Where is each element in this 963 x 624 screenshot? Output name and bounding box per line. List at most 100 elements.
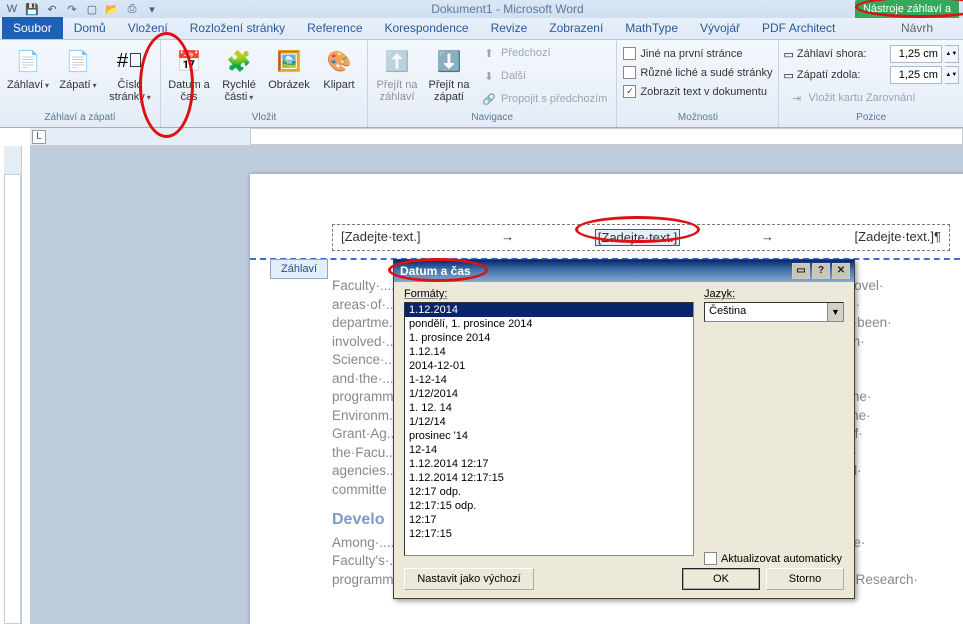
dialog-title: Datum a čas [398, 264, 790, 278]
redo-icon[interactable]: ↷ [64, 1, 80, 17]
format-item[interactable]: 2014-12-01 [405, 359, 693, 373]
align-tab-icon: ⇥ [788, 90, 804, 106]
format-item[interactable]: 1. 12. 14 [405, 401, 693, 415]
formats-listbox[interactable]: 1.12.2014pondělí, 1. prosince 20141. pro… [404, 302, 694, 556]
print-icon[interactable]: ⎙ [124, 1, 140, 17]
spinner-arrows-icon[interactable]: ▲▼ [945, 45, 959, 63]
language-label: Jazyk: [704, 288, 844, 300]
tab-home[interactable]: Domů [63, 17, 117, 39]
header-button[interactable]: 📄Záhlaví [4, 42, 52, 95]
insert-alignment-tab-button[interactable]: ⇥Vložit kartu Zarovnání [783, 87, 958, 109]
format-item[interactable]: 1.12.2014 12:17:15 [405, 471, 693, 485]
clipart-button[interactable]: 🎨Klipart [315, 42, 363, 94]
goto-header-icon: ⬆️ [381, 45, 413, 77]
group-label: Možnosti [621, 112, 774, 127]
picture-icon: 🖼️ [273, 45, 305, 77]
tab-mailings[interactable]: Korespondence [374, 17, 480, 39]
context-tool-tab[interactable]: Nástroje záhlaví a [855, 0, 959, 18]
ok-button[interactable]: OK [682, 568, 760, 590]
goto-footer-button[interactable]: ⬇️Přejít na zápatí [424, 42, 474, 106]
tab-pdf-architect[interactable]: PDF Architect [751, 17, 846, 39]
different-first-page-checkbox[interactable]: Jiné na první stránce [621, 46, 774, 61]
group-insert: 📅Datum a čas 🧩Rychlé části 🖼️Obrázek 🎨Kl… [161, 40, 368, 127]
page-number-icon: #⃣ [114, 45, 146, 77]
open-icon[interactable]: 📂 [104, 1, 120, 17]
calendar-clock-icon: 📅 [173, 45, 205, 77]
tab-view[interactable]: Zobrazení [538, 17, 614, 39]
horizontal-ruler[interactable]: L [30, 128, 963, 146]
checkbox-icon [704, 552, 717, 565]
dialog-close-button[interactable]: ✕ [832, 263, 850, 279]
tab-insert[interactable]: Vložení [117, 17, 179, 39]
new-icon[interactable]: ▢ [84, 1, 100, 17]
format-item[interactable]: 1/12/14 [405, 415, 693, 429]
format-item[interactable]: 1-12-14 [405, 373, 693, 387]
quick-parts-button[interactable]: 🧩Rychlé části [215, 42, 263, 107]
tab-arrow-icon: → [761, 229, 774, 246]
vertical-ruler[interactable] [4, 146, 22, 624]
date-time-button[interactable]: 📅Datum a čas [165, 42, 213, 106]
format-item[interactable]: 12:17:15 odp. [405, 499, 693, 513]
header-center-placeholder[interactable]: [Zadejte·text.] [595, 229, 680, 246]
tab-arrow-icon: → [501, 229, 514, 246]
tab-file[interactable]: Soubor [2, 17, 63, 39]
format-item[interactable]: 12:17 odp. [405, 485, 693, 499]
header-right-placeholder[interactable]: [Zadejte·text.]¶ [855, 229, 941, 246]
quick-access-toolbar: W 💾 ↶ ↷ ▢ 📂 ⎙ ▾ [4, 1, 160, 17]
title-bar: W 💾 ↶ ↷ ▢ 📂 ⎙ ▾ Dokument1 - Microsoft Wo… [0, 0, 963, 18]
dialog-titlebar[interactable]: Datum a čas ▭ ? ✕ [394, 260, 854, 282]
footer-from-bottom-spinner[interactable]: ▭Zápatí zdola:1,25 cm▲▼ [783, 66, 958, 84]
picture-button[interactable]: 🖼️Obrázek [265, 42, 313, 94]
format-item[interactable]: prosinec '14 [405, 429, 693, 443]
format-item[interactable]: 12:17 [405, 513, 693, 527]
next-button[interactable]: ⬇Další [476, 65, 612, 87]
page-number-button[interactable]: #⃣Číslo stránky [104, 42, 156, 107]
dialog-help-button[interactable]: ? [812, 263, 830, 279]
tab-mathtype[interactable]: MathType [614, 17, 689, 39]
save-icon[interactable]: 💾 [24, 1, 40, 17]
format-item[interactable]: pondělí, 1. prosince 2014 [405, 317, 693, 331]
format-item[interactable]: 1/12/2014 [405, 387, 693, 401]
language-combo[interactable]: Čeština ▼ [704, 302, 844, 322]
footer-button[interactable]: 📄Zápatí [54, 42, 102, 95]
header-zone[interactable]: [Zadejte·text.] → [Zadejte·text.] → [Zad… [332, 224, 950, 251]
format-item[interactable]: 12-14 [405, 443, 693, 457]
format-item[interactable]: 1.12.2014 [405, 303, 693, 317]
tab-developer[interactable]: Vývojář [689, 17, 751, 39]
link-icon: 🔗 [481, 91, 497, 107]
group-label: Navigace [372, 112, 612, 127]
format-item[interactable]: 1.12.14 [405, 345, 693, 359]
set-default-button[interactable]: Nastavit jako výchozí [404, 568, 534, 590]
qat-more-icon[interactable]: ▾ [144, 1, 160, 17]
previous-button[interactable]: ⬆Předchozí [476, 42, 612, 64]
auto-update-checkbox[interactable]: Aktualizovat automaticky [704, 552, 844, 565]
window-title: Dokument1 - Microsoft Word [160, 2, 855, 16]
previous-icon: ⬆ [481, 45, 497, 61]
checkbox-icon [623, 66, 636, 79]
dialog-icon-button[interactable]: ▭ [792, 263, 810, 279]
tab-review[interactable]: Revize [480, 17, 539, 39]
next-icon: ⬇ [481, 68, 497, 84]
link-previous-button[interactable]: 🔗Propojit s předchozím [476, 88, 612, 110]
header-icon: 📄 [12, 45, 44, 77]
goto-header-button[interactable]: ⬆️Přejít na záhlaví [372, 42, 422, 106]
format-item[interactable]: 1.12.2014 12:17 [405, 457, 693, 471]
chevron-down-icon[interactable]: ▼ [827, 303, 843, 321]
header-top-icon: ▭ [783, 48, 793, 61]
tab-page-layout[interactable]: Rozložení stránky [179, 17, 296, 39]
cancel-button[interactable]: Storno [766, 568, 844, 590]
tab-design-context[interactable]: Návrh [890, 17, 963, 39]
header-from-top-spinner[interactable]: ▭Záhlaví shora:1,25 cm▲▼ [783, 45, 958, 63]
tab-references[interactable]: Reference [296, 17, 373, 39]
format-item[interactable]: 1. prosince 2014 [405, 331, 693, 345]
undo-icon[interactable]: ↶ [44, 1, 60, 17]
spinner-arrows-icon[interactable]: ▲▼ [945, 66, 959, 84]
checkbox-icon [623, 47, 636, 60]
show-doc-text-checkbox[interactable]: ✓Zobrazit text v dokumentu [621, 84, 774, 99]
word-app-icon[interactable]: W [4, 1, 20, 17]
tab-selector[interactable]: L [32, 130, 46, 144]
header-left-placeholder[interactable]: [Zadejte·text.] [341, 229, 420, 246]
format-item[interactable]: 12:17:15 [405, 527, 693, 541]
checkbox-icon: ✓ [623, 85, 636, 98]
different-odd-even-checkbox[interactable]: Různé liché a sudé stránky [621, 65, 774, 80]
